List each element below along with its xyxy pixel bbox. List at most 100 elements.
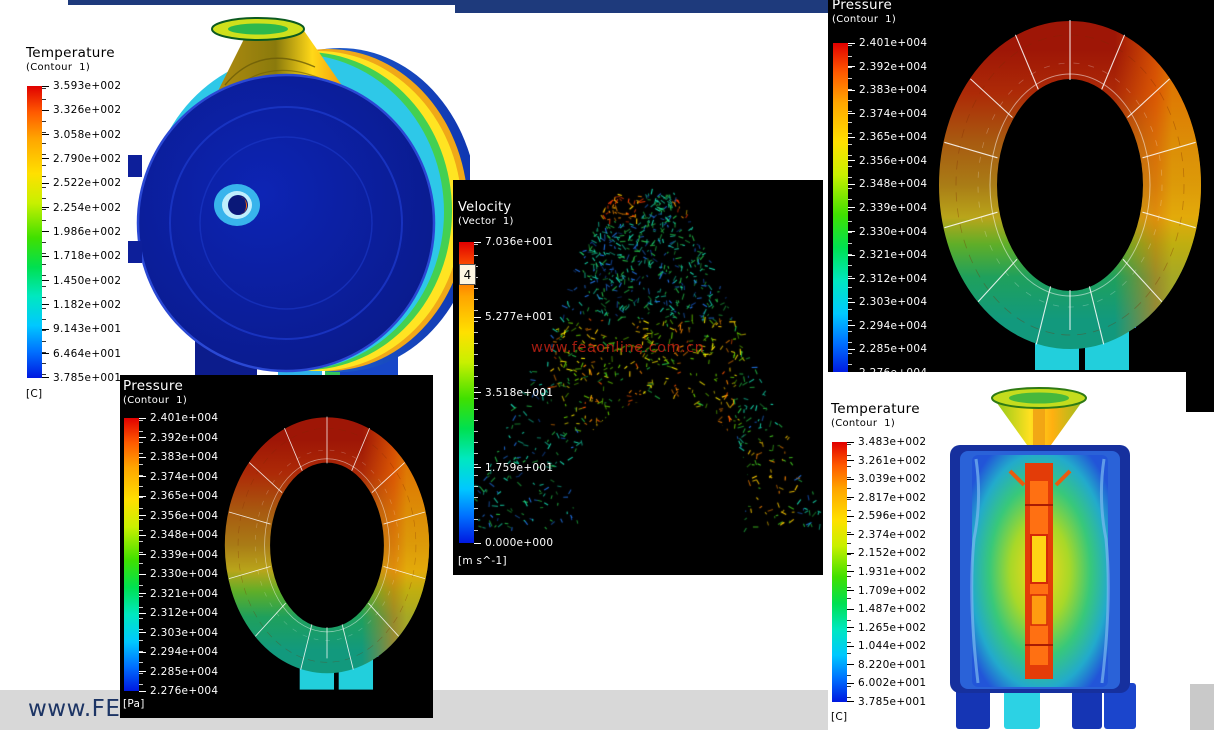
probe-marker: 4 bbox=[459, 264, 476, 285]
legend-ticks: 3.593e+0023.326e+0023.058e+0022.790e+002… bbox=[42, 80, 121, 384]
legend-colorbar bbox=[832, 442, 847, 702]
tick-label: 2.312e+004 bbox=[150, 607, 218, 619]
tick-label: 2.321e+004 bbox=[859, 249, 927, 261]
tick-label: 2.276e+004 bbox=[859, 367, 927, 372]
tick-dash bbox=[139, 535, 146, 536]
tick-dash bbox=[139, 418, 146, 419]
gray-corner-block bbox=[1190, 684, 1214, 730]
tick-label: 1.450e+002 bbox=[53, 275, 121, 287]
legend-tick: 3.785e+001 bbox=[847, 696, 926, 708]
tick-dash bbox=[139, 671, 146, 672]
tick-label: 2.312e+004 bbox=[859, 273, 927, 285]
legend-tick: 0.000e+000 bbox=[474, 537, 553, 549]
transformer-section-model bbox=[930, 385, 1150, 730]
tick-label: 1.759e+001 bbox=[485, 462, 553, 474]
legend-tick: 2.330e+004 bbox=[139, 568, 218, 580]
legend-ticks: 2.401e+0042.392e+0042.383e+0042.374e+004… bbox=[848, 37, 927, 372]
tick-dash bbox=[848, 255, 855, 256]
tick-label: 2.330e+004 bbox=[150, 568, 218, 580]
legend-tick: 2.330e+004 bbox=[848, 226, 927, 238]
tick-label: 2.365e+004 bbox=[150, 490, 218, 502]
tick-label: 0.000e+000 bbox=[485, 537, 553, 549]
tick-label: 2.401e+004 bbox=[859, 37, 927, 49]
tick-label: 2.294e+004 bbox=[859, 320, 927, 332]
tick-dash bbox=[847, 516, 854, 517]
tick-label: 3.785e+001 bbox=[53, 372, 121, 384]
legend-tick: 3.483e+002 bbox=[847, 436, 926, 448]
cfd-results-collage: www.FEAonline.com.cn bbox=[0, 0, 1214, 730]
tick-dash bbox=[474, 317, 481, 318]
legend-tick: 1.487e+002 bbox=[847, 603, 926, 615]
legend-tick: 6.002e+001 bbox=[847, 677, 926, 689]
legend-title: Velocity bbox=[458, 200, 570, 215]
legend-tick: 2.276e+004 bbox=[139, 685, 218, 697]
legend-tick: 7.036e+001 bbox=[474, 236, 553, 248]
tick-label: 2.356e+004 bbox=[859, 155, 927, 167]
tick-label: 2.152e+002 bbox=[858, 547, 926, 559]
legend-tick: 2.321e+004 bbox=[848, 249, 927, 261]
tick-label: 2.374e+004 bbox=[150, 471, 218, 483]
legend-tick: 2.294e+004 bbox=[848, 320, 927, 332]
tick-dash bbox=[42, 304, 49, 305]
tick-label: 2.383e+004 bbox=[859, 84, 927, 96]
tick-label: 1.718e+002 bbox=[53, 250, 121, 262]
tick-dash bbox=[474, 467, 481, 468]
tick-label: 2.285e+004 bbox=[859, 343, 927, 355]
legend-tick: 2.303e+004 bbox=[848, 296, 927, 308]
tick-dash bbox=[42, 353, 49, 354]
tick-label: 2.401e+004 bbox=[150, 412, 218, 424]
legend-tick: 2.356e+004 bbox=[848, 155, 927, 167]
tick-label: 3.518e+001 bbox=[485, 387, 553, 399]
legend-tick: 2.383e+004 bbox=[848, 84, 927, 96]
tick-label: 1.265e+002 bbox=[858, 622, 926, 634]
top-thick-bar bbox=[455, 0, 828, 13]
tick-dash bbox=[139, 613, 146, 614]
legend-tick: 2.312e+004 bbox=[848, 273, 927, 285]
legend-tick: 1.265e+002 bbox=[847, 622, 926, 634]
tick-dash bbox=[42, 158, 49, 159]
legend-tick: 2.383e+004 bbox=[139, 451, 218, 463]
legend-colorbar bbox=[124, 418, 139, 691]
temperature-legend-right: Temperature (Contour 1) 3.483e+0023.261e… bbox=[831, 402, 943, 723]
tick-dash bbox=[474, 543, 481, 544]
legend-tick: 1.759e+001 bbox=[474, 462, 553, 474]
tick-dash bbox=[474, 392, 481, 393]
legend-colorbar bbox=[27, 86, 42, 378]
legend-tick: 6.464e+001 bbox=[42, 348, 121, 360]
tick-label: 2.374e+002 bbox=[858, 529, 926, 541]
legend-tick: 2.152e+002 bbox=[847, 547, 926, 559]
legend-tick: 2.348e+004 bbox=[848, 178, 927, 190]
legend-subtitle: (Contour 1) bbox=[832, 13, 944, 26]
legend-ticks: 2.401e+0042.392e+0042.383e+0042.374e+004… bbox=[139, 412, 218, 697]
tick-dash bbox=[42, 256, 49, 257]
legend-tick: 3.785e+001 bbox=[42, 372, 121, 384]
tick-dash bbox=[139, 437, 146, 438]
pressure-legend-left: Pressure (Contour 1) 2.401e+0042.392e+00… bbox=[123, 379, 235, 710]
tick-dash bbox=[847, 460, 854, 461]
temperature-legend-left: Temperature (Contour 1) 3.593e+0023.326e… bbox=[26, 46, 138, 400]
top-thin-bar bbox=[68, 0, 455, 5]
tick-dash bbox=[42, 377, 49, 378]
legend-subtitle: (Vector 1) bbox=[458, 215, 570, 228]
legend-tick: 3.058e+002 bbox=[42, 129, 121, 141]
legend-tick: 2.312e+004 bbox=[139, 607, 218, 619]
legend-subtitle: (Contour 1) bbox=[123, 394, 235, 407]
velocity-panel: www.feaonline.com.cn Velocity (Vector 1)… bbox=[453, 180, 823, 575]
tick-dash bbox=[847, 627, 854, 628]
tick-label: 2.348e+004 bbox=[859, 178, 927, 190]
tick-label: 2.276e+004 bbox=[150, 685, 218, 697]
legend-tick: 3.326e+002 bbox=[42, 104, 121, 116]
legend-tick: 2.596e+002 bbox=[847, 510, 926, 522]
tick-label: 2.254e+002 bbox=[53, 202, 121, 214]
tick-label: 2.596e+002 bbox=[858, 510, 926, 522]
legend-tick: 1.450e+002 bbox=[42, 275, 121, 287]
legend-title: Temperature bbox=[831, 402, 943, 417]
legend-scale: 4 7.036e+0015.277e+0013.518e+0011.759e+0… bbox=[459, 242, 570, 543]
tick-dash bbox=[848, 231, 855, 232]
legend-subtitle: (Contour 1) bbox=[26, 61, 138, 74]
tick-label: 3.483e+002 bbox=[858, 436, 926, 448]
black-corner-extension bbox=[1186, 372, 1214, 412]
tick-dash bbox=[848, 207, 855, 208]
tick-dash bbox=[42, 134, 49, 135]
tick-dash bbox=[474, 242, 481, 243]
